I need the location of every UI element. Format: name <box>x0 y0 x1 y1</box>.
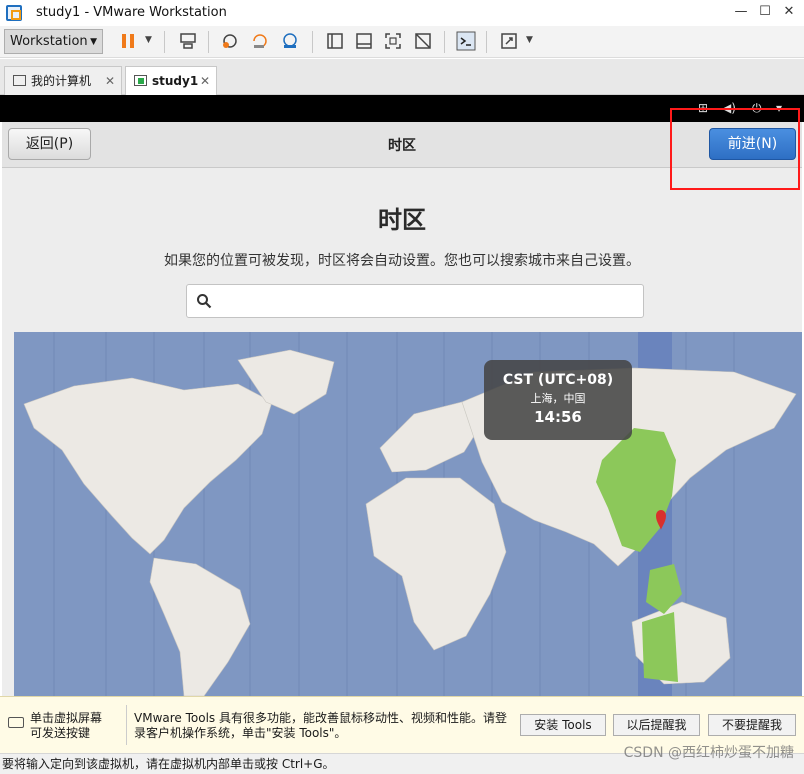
city-search-input[interactable] <box>186 284 644 318</box>
window-title: study1 - VMware Workstation <box>36 5 227 20</box>
chevron-down-icon: ▼ <box>90 37 97 47</box>
tab-bar: 我的计算机 ✕ study1 ✕ <box>0 59 804 95</box>
close-tab-icon[interactable]: ✕ <box>200 67 210 95</box>
toolbar-divider <box>444 31 445 53</box>
pause-dropdown-icon[interactable]: ▼ <box>145 35 152 45</box>
revert-snapshot-icon[interactable] <box>250 31 270 51</box>
close-tab-icon[interactable]: ✕ <box>105 67 115 95</box>
full-screen-icon[interactable] <box>383 31 403 51</box>
keyboard-icon <box>8 717 24 728</box>
north-america-shape <box>23 377 273 555</box>
africa-shape <box>365 477 507 651</box>
installer-window: 返回(P) 时区 前进(N) 时区 如果您的位置可被发现，时区将会自动设置。您也… <box>2 122 802 696</box>
stretch-guest-icon[interactable] <box>499 31 519 51</box>
vm-running-icon <box>134 75 147 86</box>
minimize-icon[interactable]: — <box>730 2 752 22</box>
tooltip-city: 上海，中国 <box>530 392 586 405</box>
send-ctrl-alt-del-icon[interactable] <box>178 31 198 51</box>
vmware-logo-icon <box>6 5 22 21</box>
tab-label: study1 <box>152 74 199 88</box>
pause-icon[interactable] <box>118 31 138 51</box>
world-map[interactable] <box>14 332 802 696</box>
snapshot-manager-icon[interactable] <box>280 31 300 51</box>
timezone-tooltip: CST (UTC+08) 上海，中国 14:56 <box>484 360 632 440</box>
console-view-icon[interactable] <box>456 31 476 51</box>
tooltip-time: 14:56 <box>534 408 582 426</box>
tooltip-timezone: CST (UTC+08) <box>502 372 614 388</box>
highlight-annotation-box <box>670 108 800 190</box>
toolbar-divider <box>486 31 487 53</box>
thumbnail-bar-icon[interactable] <box>354 31 374 51</box>
show-library-icon[interactable] <box>325 31 345 51</box>
never-remind-button[interactable]: 不要提醒我 <box>708 714 796 736</box>
tab-label: 我的计算机 <box>31 74 92 88</box>
click-to-send-keys-text: 单击虚拟屏幕 可发送按键 <box>30 711 103 740</box>
tools-hint-text: VMware Tools 具有很多功能，能改善鼠标移动性、视频和性能。请登录客户… <box>134 711 507 740</box>
snapshot-icon[interactable] <box>220 31 240 51</box>
toolbar: Workstation ▼ ▼ ▼ <box>0 26 804 58</box>
page-description: 如果您的位置可被发现，时区将会自动设置。您也可以搜索城市来自己设置。 <box>164 253 640 269</box>
south-america-shape <box>149 557 251 696</box>
maximize-icon[interactable]: ☐ <box>754 2 776 22</box>
watermark: CSDN @西红柿炒蛋不加糖 <box>623 745 794 761</box>
remind-later-button[interactable]: 以后提醒我 <box>613 714 700 736</box>
computer-icon <box>13 75 26 86</box>
page-title: 时区 <box>378 206 426 234</box>
workstation-menu-button[interactable]: Workstation ▼ <box>4 29 103 54</box>
install-tools-button[interactable]: 安装 Tools <box>520 714 606 736</box>
toolbar-divider <box>312 31 313 53</box>
unity-off-icon[interactable] <box>413 31 433 51</box>
title-bar: study1 - VMware Workstation — ☐ ✕ <box>0 0 804 26</box>
hint-divider <box>126 705 127 745</box>
search-icon <box>197 294 212 309</box>
toolbar-divider <box>208 31 209 53</box>
timezone-map[interactable] <box>14 332 802 696</box>
stretch-dropdown-icon[interactable]: ▼ <box>526 35 533 45</box>
toolbar-divider <box>164 31 165 53</box>
workstation-menu-label: Workstation <box>10 34 88 49</box>
western-australia-highlight <box>642 612 678 682</box>
tab-my-computer[interactable]: 我的计算机 ✕ <box>4 66 122 95</box>
tab-study1[interactable]: study1 ✕ <box>125 66 217 95</box>
close-icon[interactable]: ✕ <box>778 2 800 22</box>
